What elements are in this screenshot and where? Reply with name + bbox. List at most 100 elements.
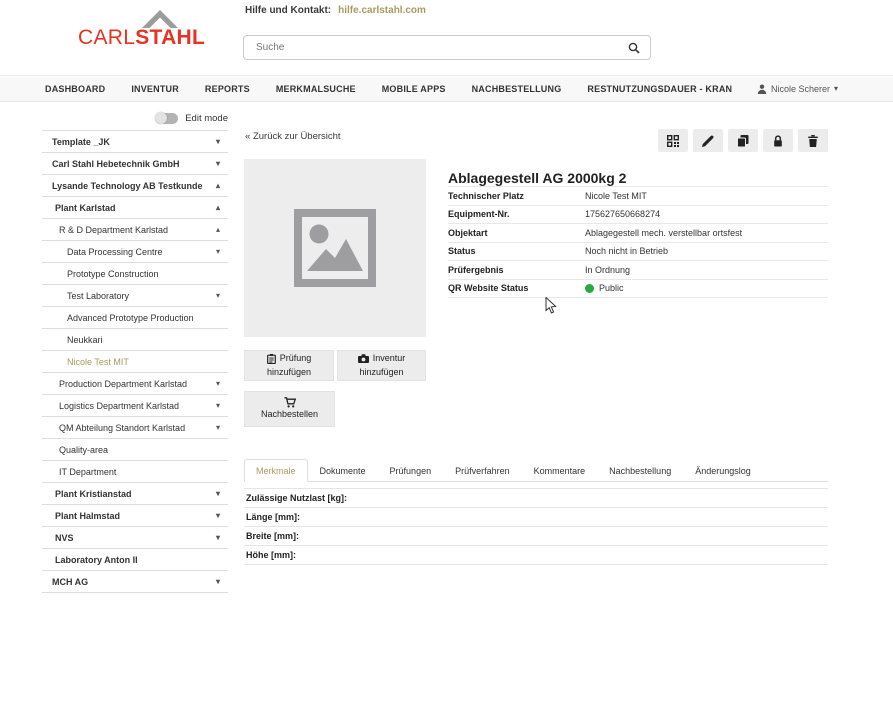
sidebar-tree-item[interactable]: NVS — [42, 527, 228, 549]
search-input[interactable] — [244, 42, 618, 53]
company-logo[interactable]: CARLSTAHL — [78, 26, 205, 50]
detail-value-text: Nicole Test MIT — [585, 191, 647, 201]
merkmal-field-row: Länge [mm]: — [244, 508, 828, 527]
pencil-icon — [702, 135, 714, 147]
sidebar-tree-item[interactable]: Production Department Karlstad — [42, 373, 228, 395]
tab[interactable]: Prüfverfahren — [443, 459, 522, 482]
sidebar-item-label: Quality-area — [59, 445, 108, 455]
sidebar-item-label: Carl Stahl Hebetechnik GmbH — [52, 159, 180, 169]
sidebar-tree-item[interactable]: Plant Karlstad — [42, 197, 228, 219]
edit-mode-label: Edit mode — [185, 113, 228, 124]
help-label: Hilfe und Kontakt: — [245, 5, 331, 16]
qr-code-button[interactable] — [658, 129, 688, 152]
sidebar-tree-item[interactable]: Test Laboratory — [42, 285, 228, 307]
copy-icon — [737, 135, 749, 147]
sidebar-tree-item[interactable]: Carl Stahl Hebetechnik GmbH — [42, 153, 228, 175]
sidebar-item-label: Data Processing Centre — [67, 247, 163, 257]
sidebar-tree-item[interactable]: Template _JK — [42, 131, 228, 153]
tab[interactable]: Dokumente — [308, 459, 378, 482]
nav-item[interactable]: DASHBOARD — [32, 84, 118, 94]
reorder-button[interactable]: Nachbestellen — [244, 391, 335, 427]
sidebar-item-label: Lysande Technology AB Testkunde — [52, 181, 203, 191]
add-inventory-button[interactable]: Inventur hinzufügen — [337, 350, 426, 381]
help-link[interactable]: hilfe.carlstahl.com — [338, 5, 426, 16]
add-inventory-label-line2: hinzufügen — [359, 367, 403, 377]
tab[interactable]: Prüfungen — [378, 459, 444, 482]
detail-label: Status — [448, 246, 585, 256]
merkmale-fields: Zulässige Nutzlast [kg]: Länge [mm]: Bre… — [244, 488, 828, 565]
sidebar-tree-item[interactable]: Plant Kristianstad — [42, 483, 228, 505]
back-link-label: Zurück zur Übersicht — [253, 131, 341, 142]
copy-button[interactable] — [728, 129, 758, 152]
sidebar-item-label: IT Department — [59, 467, 116, 477]
detail-value: Public — [585, 283, 624, 293]
sidebar-tree-item[interactable]: Data Processing Centre — [42, 241, 228, 263]
nav-item[interactable]: RESTNUTZUNGSDAUER - KRAN — [574, 84, 745, 94]
sidebar-item-label: R & D Department Karlstad — [59, 225, 168, 235]
sidebar-tree-item[interactable]: Quality-area — [42, 439, 228, 461]
lock-button[interactable] — [763, 129, 793, 152]
caret-icon — [216, 291, 220, 300]
sidebar-tree-item[interactable]: MCH AG — [42, 571, 228, 593]
merkmal-field-label: Breite [mm]: — [246, 531, 299, 541]
detail-value-text: In Ordnung — [585, 265, 630, 275]
logo-carl: CARL — [78, 26, 135, 49]
edit-button[interactable] — [693, 129, 723, 152]
cart-icon — [284, 397, 296, 408]
mouse-cursor — [545, 297, 557, 314]
sidebar-item-label: Plant Karlstad — [55, 203, 116, 213]
main-nav: DASHBOARDINVENTURREPORTSMERKMALSUCHEMOBI… — [0, 75, 893, 102]
nav-item[interactable]: INVENTUR — [118, 84, 192, 94]
nav-item[interactable]: MERKMALSUCHE — [263, 84, 369, 94]
sidebar-tree-item[interactable]: Advanced Prototype Production — [42, 307, 228, 329]
sidebar: Edit mode Template _JK Carl Stahl Hebete… — [42, 110, 228, 593]
sidebar-tree-item[interactable]: IT Department — [42, 461, 228, 483]
clipboard-icon — [267, 354, 276, 364]
detail-tabs: Merkmale Dokumente Prüfungen Prüfverfahr… — [244, 459, 828, 482]
search-icon — [628, 42, 640, 54]
caret-icon — [216, 247, 220, 256]
sidebar-tree-item[interactable]: Plant Halmstad — [42, 505, 228, 527]
caret-icon — [216, 159, 220, 168]
sidebar-tree-item[interactable]: Logistics Department Karlstad — [42, 395, 228, 417]
detail-label: QR Website Status — [448, 283, 585, 293]
sidebar-tree-item[interactable]: Nicole Test MIT — [42, 351, 228, 373]
sidebar-tree-item[interactable]: Prototype Construction — [42, 263, 228, 285]
sidebar-tree-item[interactable]: QM Abteilung Standort Karlstad — [42, 417, 228, 439]
caret-icon — [216, 181, 220, 190]
sidebar-tree-item[interactable]: Lysande Technology AB Testkunde — [42, 175, 228, 197]
edit-mode-toggle[interactable] — [155, 113, 178, 124]
edit-mode-row: Edit mode — [42, 110, 228, 126]
nav-item[interactable]: MOBILE APPS — [369, 84, 459, 94]
sidebar-tree-item[interactable]: Neukkari — [42, 329, 228, 351]
caret-icon — [216, 137, 220, 146]
back-to-overview-link[interactable]: « Zurück zur Übersicht — [245, 131, 341, 142]
detail-row: Prüfergebnis In Ordnung — [448, 261, 828, 280]
merkmal-field-row: Höhe [mm]: — [244, 546, 828, 565]
merkmal-field-label: Länge [mm]: — [246, 512, 300, 522]
logo-stahl: STAHL — [135, 26, 205, 49]
tab[interactable]: Merkmale — [244, 459, 308, 482]
detail-value: Ablagegestell mech. verstellbar ortsfest — [585, 228, 742, 238]
sidebar-item-label: Nicole Test MIT — [67, 357, 129, 367]
search-button[interactable] — [618, 42, 650, 54]
detail-label: Objektart — [448, 228, 585, 238]
add-inventory-label-line1: Inventur — [373, 352, 406, 365]
delete-button[interactable] — [798, 129, 828, 152]
nav-item[interactable]: NACHBESTELLUNG — [459, 84, 575, 94]
sidebar-tree-item[interactable]: Laboratory Anton II — [42, 549, 228, 571]
caret-icon — [216, 379, 220, 388]
tab[interactable]: Kommentare — [522, 459, 598, 482]
trash-icon — [807, 135, 819, 147]
detail-value: 175627650668274 — [585, 209, 660, 219]
nav-item[interactable]: REPORTS — [192, 84, 263, 94]
add-inspection-button[interactable]: Prüfung hinzufügen — [244, 350, 334, 381]
merkmal-field-row: Breite [mm]: — [244, 527, 828, 546]
page: CARLSTAHL Hilfe und Kontakt: hilfe.carlst… — [0, 0, 893, 720]
tab[interactable]: Nachbestellung — [597, 459, 683, 482]
reorder-label: Nachbestellen — [261, 409, 318, 419]
sidebar-tree-item[interactable]: R & D Department Karlstad — [42, 219, 228, 241]
tab[interactable]: Änderungslog — [683, 459, 763, 482]
user-menu[interactable]: Nicole Scherer ▾ — [757, 76, 838, 101]
sidebar-item-label: Plant Kristianstad — [55, 489, 132, 499]
